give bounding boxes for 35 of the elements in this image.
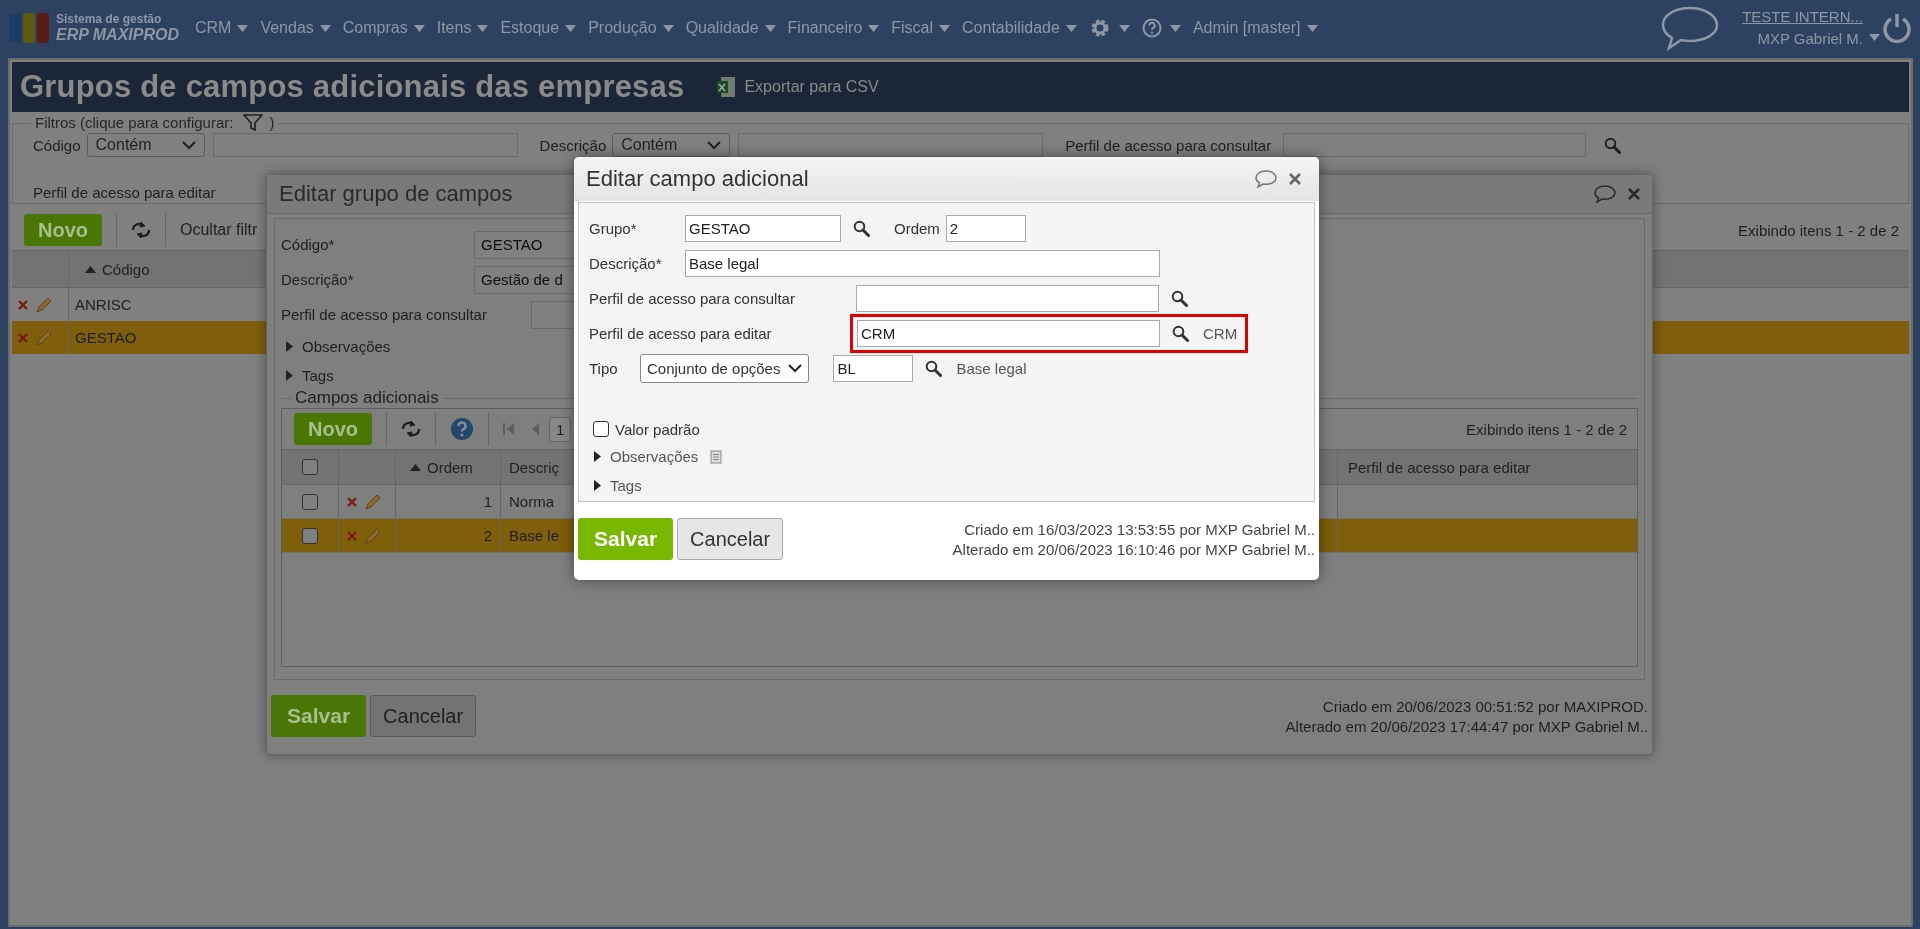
table-cell: 1 [483, 493, 492, 510]
field-label: Grupo* [589, 220, 638, 237]
audit-text: Criado em 20/06/2023 00:51:52 por MAXIPROD. [1322, 697, 1648, 717]
field-label: Perfil de acesso para consultar [589, 290, 796, 307]
table-cell: Norma [509, 493, 554, 510]
table-cell: Base le [509, 527, 560, 544]
filter-label: Código [33, 136, 81, 154]
field-label: Código* [281, 236, 336, 253]
checkbox-label: Valor padrão [615, 420, 700, 438]
table-cell: 2 [483, 527, 492, 544]
field-label: Descrição* [281, 271, 355, 288]
dialog-title: Editar grupo de campos [279, 181, 513, 207]
table-cell-text: ANRISC [74, 296, 132, 313]
resolved-value: CRM [1203, 325, 1238, 342]
field-label: Ordem [894, 220, 940, 237]
brand-subtitle: Sistema de gestão [56, 12, 163, 26]
page-title: Grupos de campos adicionais das empresas [20, 69, 685, 105]
filter-label: Perfil de acesso para consultar [1065, 136, 1272, 154]
audit-text: Alterado em 20/06/2023 16:10:46 por MXP Gabriel M.. [952, 540, 1315, 560]
field-label: Descrição* [589, 255, 663, 272]
audit-text: Alterado em 20/06/2023 17:44:47 por MXP Gabriel M.. [1285, 717, 1648, 737]
paging-info: Exibindo itens 1 - 2 de 2 [1466, 420, 1627, 438]
filter-label: Descrição [539, 136, 607, 154]
field-label: Tipo [589, 360, 619, 377]
option-set-name: Base legal [956, 360, 1027, 377]
filter-label: Perfil de acesso para editar [33, 183, 216, 201]
section-legend: Campos adicionais [291, 390, 443, 406]
brand-name: ERP MAXIPROD [56, 25, 179, 44]
field-label: Perfil de acesso para editar [589, 325, 773, 342]
paging-info: Exibindo itens 1 - 2 de 2 [1738, 221, 1899, 239]
audit-text: Criado em 16/03/2023 13:53:55 por MXP Gabriel M.. [964, 520, 1315, 540]
dialog-title: Editar campo adicional [586, 166, 809, 192]
field-label: Perfil de acesso para consultar [281, 306, 488, 323]
table-cell-text: GESTAO [74, 329, 137, 346]
filters-legend-end: ) [269, 115, 275, 131]
